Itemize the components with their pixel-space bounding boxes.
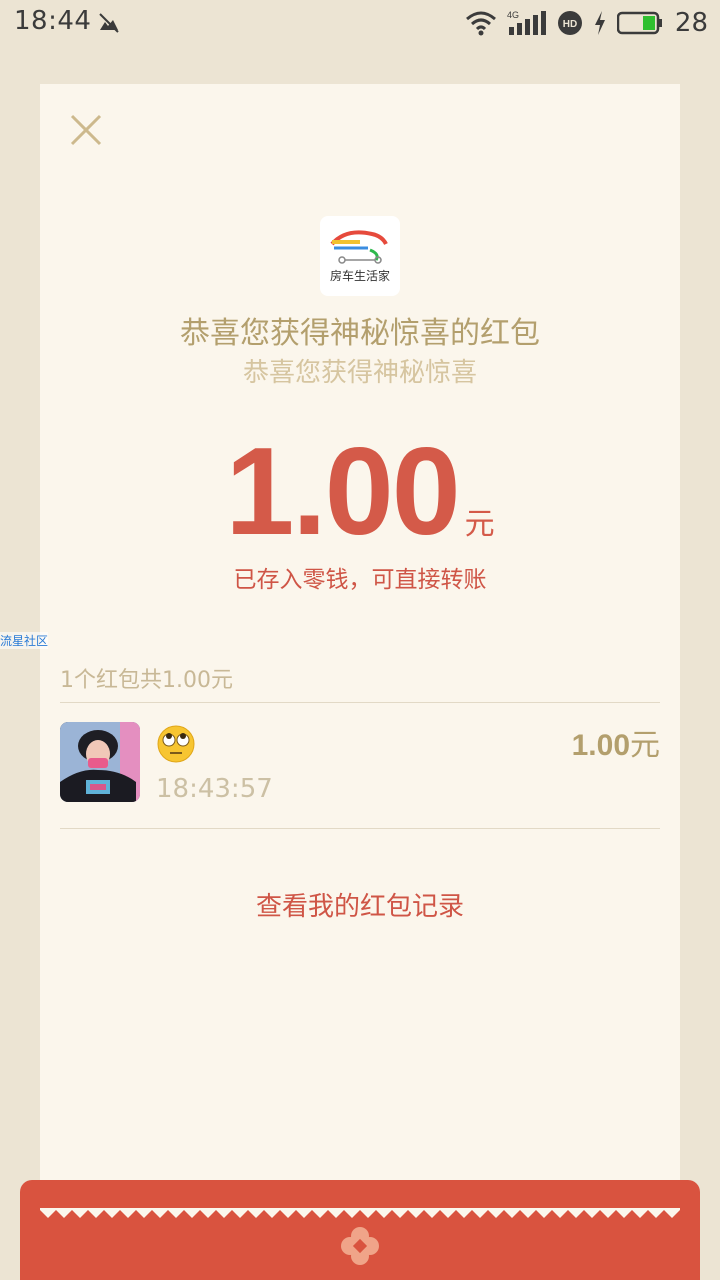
cell-signal-icon: 4G (507, 10, 546, 35)
red-packet-card: 房车生活家 恭喜您获得神秘惊喜的红包 恭喜您获得神秘惊喜 1.00 元 已存入零钱… (40, 84, 680, 1224)
battery-icon (616, 11, 662, 35)
record-amount-value: 1.00 (571, 729, 630, 762)
zigzag-edge (40, 1208, 680, 1218)
record-amount: 1.00元 (572, 720, 660, 764)
notification-icon (99, 13, 119, 33)
status-icons: 4G HD 28 (465, 6, 708, 40)
wifi-icon (465, 11, 496, 36)
amount-display: 1.00 元 (40, 430, 680, 554)
svg-text:4G: 4G (507, 10, 519, 20)
avatar-image (60, 722, 140, 802)
amount-value: 1.00 (225, 423, 460, 561)
app-logo: 房车生活家 (320, 216, 400, 296)
app-logo-text: 房车生活家 (329, 269, 390, 283)
saved-note: 已存入零钱，可直接转账 (233, 567, 487, 593)
list-item[interactable]: 18:43:57 1.00元 (60, 720, 660, 804)
divider (60, 828, 660, 829)
battery-level: 28 (674, 8, 708, 38)
hd-icon: HD (557, 11, 582, 35)
close-icon[interactable] (66, 110, 106, 150)
rolling-eyes-emoji-icon (157, 725, 195, 763)
record-amount-unit: 元 (630, 728, 660, 763)
svg-text:HD: HD (563, 19, 577, 30)
flower-emblem-icon (341, 1227, 379, 1265)
page-subtitle: 恭喜您获得神秘惊喜 (242, 358, 477, 388)
charging-icon (594, 11, 605, 35)
page-title: 恭喜您获得神秘惊喜的红包 (180, 316, 540, 351)
amount-unit: 元 (464, 507, 495, 542)
view-history-link[interactable]: 查看我的红包记录 (40, 886, 680, 923)
divider (60, 702, 660, 703)
side-watermark-tag: 流星社区 (0, 632, 49, 649)
avatar[interactable] (60, 722, 140, 802)
status-time: 18:44 (14, 6, 92, 36)
status-bar: 18:44 4G HD 28 (0, 0, 720, 46)
record-time: 18:43:57 (156, 774, 273, 804)
packet-count-summary: 1个红包共1.00元 (60, 668, 233, 693)
rv-logo-icon (330, 230, 388, 264)
